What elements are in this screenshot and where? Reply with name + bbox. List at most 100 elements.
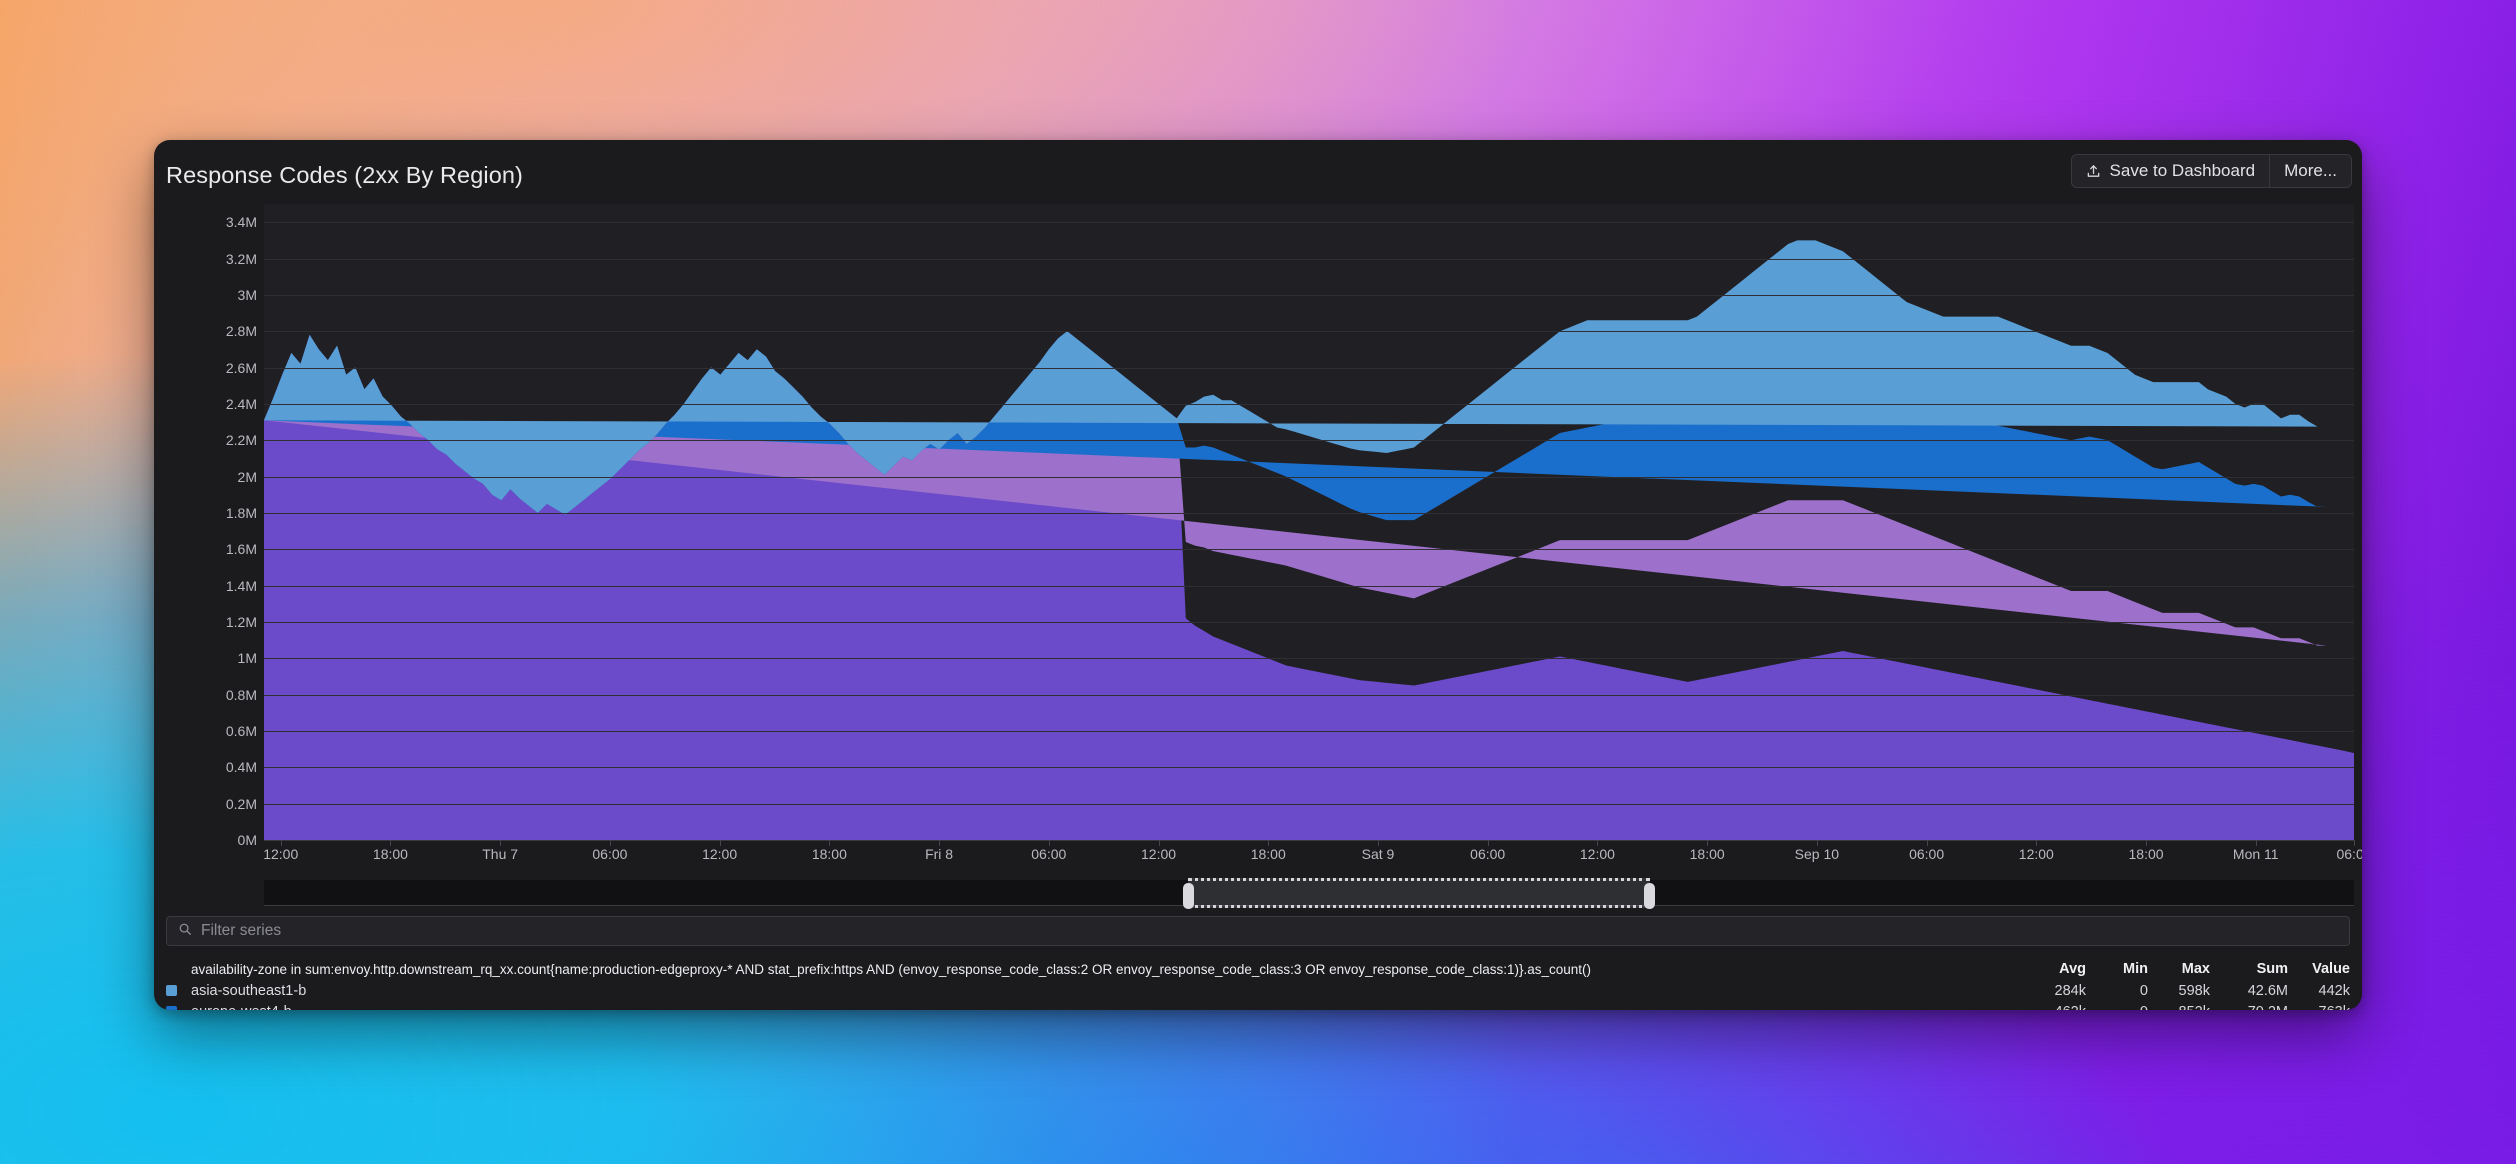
- y-gridline: [264, 730, 2354, 732]
- y-gridline: [264, 331, 2354, 333]
- x-axis-tick-label: 06:00: [1031, 846, 1067, 862]
- x-axis-tick-label: Sat 9: [1361, 846, 1395, 862]
- filter-series-row: Filter series: [166, 916, 2350, 946]
- save-to-dashboard-label: Save to Dashboard: [2109, 161, 2256, 180]
- legend-color-swatch: [166, 985, 177, 996]
- y-axis-tick-label: 3.4M: [225, 214, 257, 231]
- x-axis-tick-label: 18:00: [372, 846, 408, 862]
- y-axis-tick-label: 2.2M: [225, 432, 257, 449]
- y-gridline: [264, 440, 2354, 442]
- x-axis-tick-label: 06:00: [592, 846, 628, 862]
- y-axis-tick-label: 3M: [237, 286, 257, 303]
- legend-stats: 462k0852k70.2M763k: [2024, 1004, 2350, 1011]
- y-axis-tick-label: 0.8M: [225, 686, 257, 703]
- legend-query: availability-zone in sum:envoy.http.down…: [191, 961, 1592, 977]
- y-gridline: [264, 658, 2354, 660]
- legend-rows: asia-southeast1-b284k0598k42.6M442keurop…: [166, 980, 2350, 1010]
- timeline-minimap[interactable]: [264, 878, 2354, 909]
- y-gridline: [264, 512, 2354, 514]
- search-input[interactable]: Filter series: [166, 916, 2350, 946]
- stat-avg: 462k: [2024, 1004, 2086, 1011]
- y-gridline: [264, 803, 2354, 805]
- y-axis-tick-label: 3.2M: [225, 250, 257, 267]
- panel-header: Response Codes (2xx By Region) Save to D…: [154, 140, 2362, 204]
- chart-series-layer: [264, 240, 2354, 840]
- y-gridline: [264, 294, 2354, 296]
- panel-actions: Save to Dashboard More...: [2070, 154, 2352, 188]
- y-axis-tick-label: 2.6M: [225, 359, 257, 376]
- x-axis-tick-label: 12:00: [263, 846, 299, 862]
- column-header-sum: Sum: [2256, 961, 2288, 977]
- x-axis-tick-label: 06:00: [2336, 846, 2362, 862]
- stat-avg: 284k: [2054, 982, 2086, 999]
- more-label: More...: [2284, 161, 2337, 180]
- legend-stats: 284k 0 598k 42.6M 442k: [2024, 983, 2350, 999]
- graph-panel: Response Codes (2xx By Region) Save to D…: [154, 140, 2362, 1010]
- y-axis-tick-label: 1.4M: [225, 577, 257, 594]
- y-gridline: [264, 403, 2354, 405]
- more-button[interactable]: More...: [2269, 155, 2351, 187]
- y-gridline: [264, 549, 2354, 551]
- y-gridline: [264, 476, 2354, 478]
- y-axis-tick-label: 2M: [237, 468, 257, 485]
- y-gridline: [264, 585, 2354, 587]
- y-axis-tick-label: 2.4M: [225, 395, 257, 412]
- y-axis-tick-label: 1M: [237, 650, 257, 667]
- time-range-brush[interactable]: [1182, 878, 1655, 909]
- search-icon: [178, 922, 192, 941]
- y-gridline: [264, 621, 2354, 623]
- y-axis-tick-label: 1.2M: [225, 613, 257, 630]
- legend-column-headers: Avg Min Max Sum Value: [2024, 961, 2350, 977]
- x-axis-tick-label: 12:00: [1140, 846, 1177, 862]
- stat-sum: 42.6M: [2247, 982, 2288, 999]
- x-axis-tick-label: 12:00: [702, 846, 738, 862]
- column-header-value: Value: [2312, 961, 2350, 977]
- x-axis-tick-label: 18:00: [1689, 846, 1725, 862]
- stat-min: 0: [2086, 1004, 2148, 1011]
- y-axis-tick-label: 0M: [237, 832, 257, 848]
- stat-max: 852k: [2148, 1004, 2210, 1011]
- y-gridline: [264, 767, 2354, 769]
- legend-color-swatch: [166, 1006, 177, 1010]
- x-axis-tick-label: Fri 8: [925, 846, 954, 862]
- stat-max: 598k: [2178, 982, 2210, 999]
- x-axis-tick-label: 12:00: [1579, 846, 1615, 862]
- legend-row[interactable]: europe-west4-b462k0852k70.2M763k: [166, 1001, 2350, 1010]
- x-axis-tick-label: Thu 7: [482, 846, 519, 862]
- legend-header-row: availability-zone in sum:envoy.http.down…: [166, 958, 2350, 980]
- column-header-max: Max: [2181, 961, 2210, 977]
- chart-area: 0M 0.2M 0.4M 0.6M 0.8M 1M 1.2M 1.4M 1.6M 1.8M 2M 2.…: [154, 204, 2362, 909]
- stacked-area-chart[interactable]: 0M 0.2M 0.4M 0.6M 0.8M 1M 1.2M 1.4M 1.6M 1.8M 2M 2.…: [226, 204, 2362, 862]
- y-axis-tick-label: 0.4M: [225, 759, 257, 776]
- legend-swatch-spacer: [166, 964, 177, 975]
- x-axis-tick-label: 06:00: [1470, 846, 1506, 862]
- legend-series-name: europe-west4-b: [191, 1004, 2024, 1011]
- x-axis-tick-label: 18:00: [1250, 846, 1286, 862]
- x-axis-tick-label: Mon 11: [2232, 846, 2279, 862]
- stat-value: 442k: [2318, 982, 2350, 999]
- stat-min: 0: [2139, 982, 2148, 999]
- x-axis-tick-label: 18:00: [2128, 846, 2164, 862]
- legend-row[interactable]: asia-southeast1-b 284k 0 598k 42.6M 442k: [166, 980, 2350, 1001]
- brush-handle-right[interactable]: [1643, 883, 1655, 909]
- y-gridline: [264, 222, 2354, 224]
- x-axis-tick-label: 18:00: [811, 846, 847, 862]
- y-axis-tick-label: 0.6M: [225, 722, 257, 739]
- y-axis-tick-label: 1.6M: [225, 541, 257, 558]
- brush-handle-left[interactable]: [1182, 883, 1194, 909]
- column-header-min: Min: [2123, 961, 2148, 977]
- y-gridline: [264, 258, 2354, 260]
- stat-sum: 70.2M: [2210, 1004, 2288, 1011]
- search-input-placeholder: Filter series: [201, 922, 282, 939]
- legend-table: availability-zone in sum:envoy.http.down…: [166, 958, 2350, 1010]
- y-gridline: [264, 367, 2354, 369]
- stat-value: 763k: [2288, 1004, 2350, 1011]
- save-to-dashboard-button[interactable]: Save to Dashboard: [2071, 155, 2270, 187]
- x-axis-tick-label: 12:00: [2018, 846, 2054, 862]
- y-gridline: [264, 694, 2354, 696]
- page-title: Response Codes (2xx By Region): [166, 162, 523, 188]
- x-axis-tick-label: 06:00: [1909, 846, 1945, 862]
- upload-icon: [2086, 164, 2101, 179]
- x-axis-tick-label: Sep 10: [1794, 846, 1840, 862]
- legend-series-name: asia-southeast1-b: [191, 982, 307, 999]
